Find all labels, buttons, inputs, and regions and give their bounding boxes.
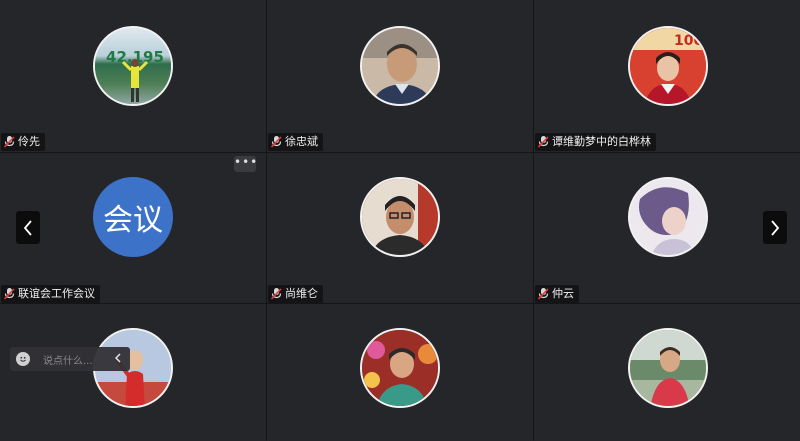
participant-avatar xyxy=(360,177,440,257)
participant-tile[interactable]: 徐忠斌 xyxy=(267,0,533,152)
participant-avatar: 100 xyxy=(628,26,708,106)
participant-tile[interactable] xyxy=(534,304,800,441)
more-options-button[interactable]: ••• xyxy=(234,156,257,172)
participant-avatar: 42.195 xyxy=(93,26,173,106)
microphone-icon xyxy=(4,136,15,148)
participant-name-tag: 谭维勤梦中的白桦林 xyxy=(535,133,656,151)
participant-tile[interactable]: 42.195 伶先 xyxy=(0,0,266,152)
emoji-icon xyxy=(20,356,26,362)
chevron-right-icon xyxy=(771,219,780,236)
chat-bar: 说点什么... xyxy=(10,347,130,371)
chevron-left-icon xyxy=(23,219,32,236)
microphone-icon xyxy=(538,288,549,300)
chevron-left-icon xyxy=(114,353,121,363)
participant-tile[interactable]: 尚维仑 xyxy=(267,153,533,303)
participant-name: 徐忠斌 xyxy=(285,135,318,148)
participant-name-tag: 伶先 xyxy=(1,133,45,151)
participant-avatar xyxy=(360,26,440,106)
emoji-button[interactable] xyxy=(16,352,30,366)
participant-name-tag: 尚维仑 xyxy=(268,285,323,303)
participant-name: 仲云 xyxy=(552,287,574,300)
participant-tile[interactable]: 100 谭维勤梦中的白桦林 xyxy=(534,0,800,152)
chat-collapse-button[interactable] xyxy=(114,352,121,366)
participant-avatar xyxy=(628,328,708,408)
meeting-avatar-text: 会议 xyxy=(103,203,163,238)
participant-name-tag: 徐忠斌 xyxy=(268,133,323,151)
next-page-button[interactable] xyxy=(763,211,787,244)
participant-name: 联谊会工作会议 xyxy=(18,287,95,300)
participant-name: 尚维仑 xyxy=(285,287,318,300)
microphone-icon xyxy=(4,288,15,300)
participant-name-tag: 仲云 xyxy=(535,285,579,303)
participant-name-tag: 联谊会工作会议 xyxy=(1,285,100,303)
microphone-icon xyxy=(271,288,282,300)
participant-avatar xyxy=(360,328,440,408)
video-grid: 42.195 伶先 徐忠斌 100 谭维勤梦中的白桦林 会议 ••• 联谊会工作… xyxy=(0,0,800,441)
svg-text:100: 100 xyxy=(674,33,703,49)
participant-tile[interactable] xyxy=(267,304,533,441)
chat-input[interactable]: 说点什么... xyxy=(43,352,107,367)
meeting-avatar: 会议 xyxy=(93,177,173,257)
participant-avatar xyxy=(628,177,708,257)
microphone-icon xyxy=(271,136,282,148)
participant-tile[interactable]: 仲云 xyxy=(534,153,800,303)
participant-name: 伶先 xyxy=(18,135,40,148)
participant-tile[interactable] xyxy=(0,304,266,441)
participant-name: 谭维勤梦中的白桦林 xyxy=(552,135,651,148)
microphone-icon xyxy=(538,136,549,148)
previous-page-button[interactable] xyxy=(16,211,40,244)
